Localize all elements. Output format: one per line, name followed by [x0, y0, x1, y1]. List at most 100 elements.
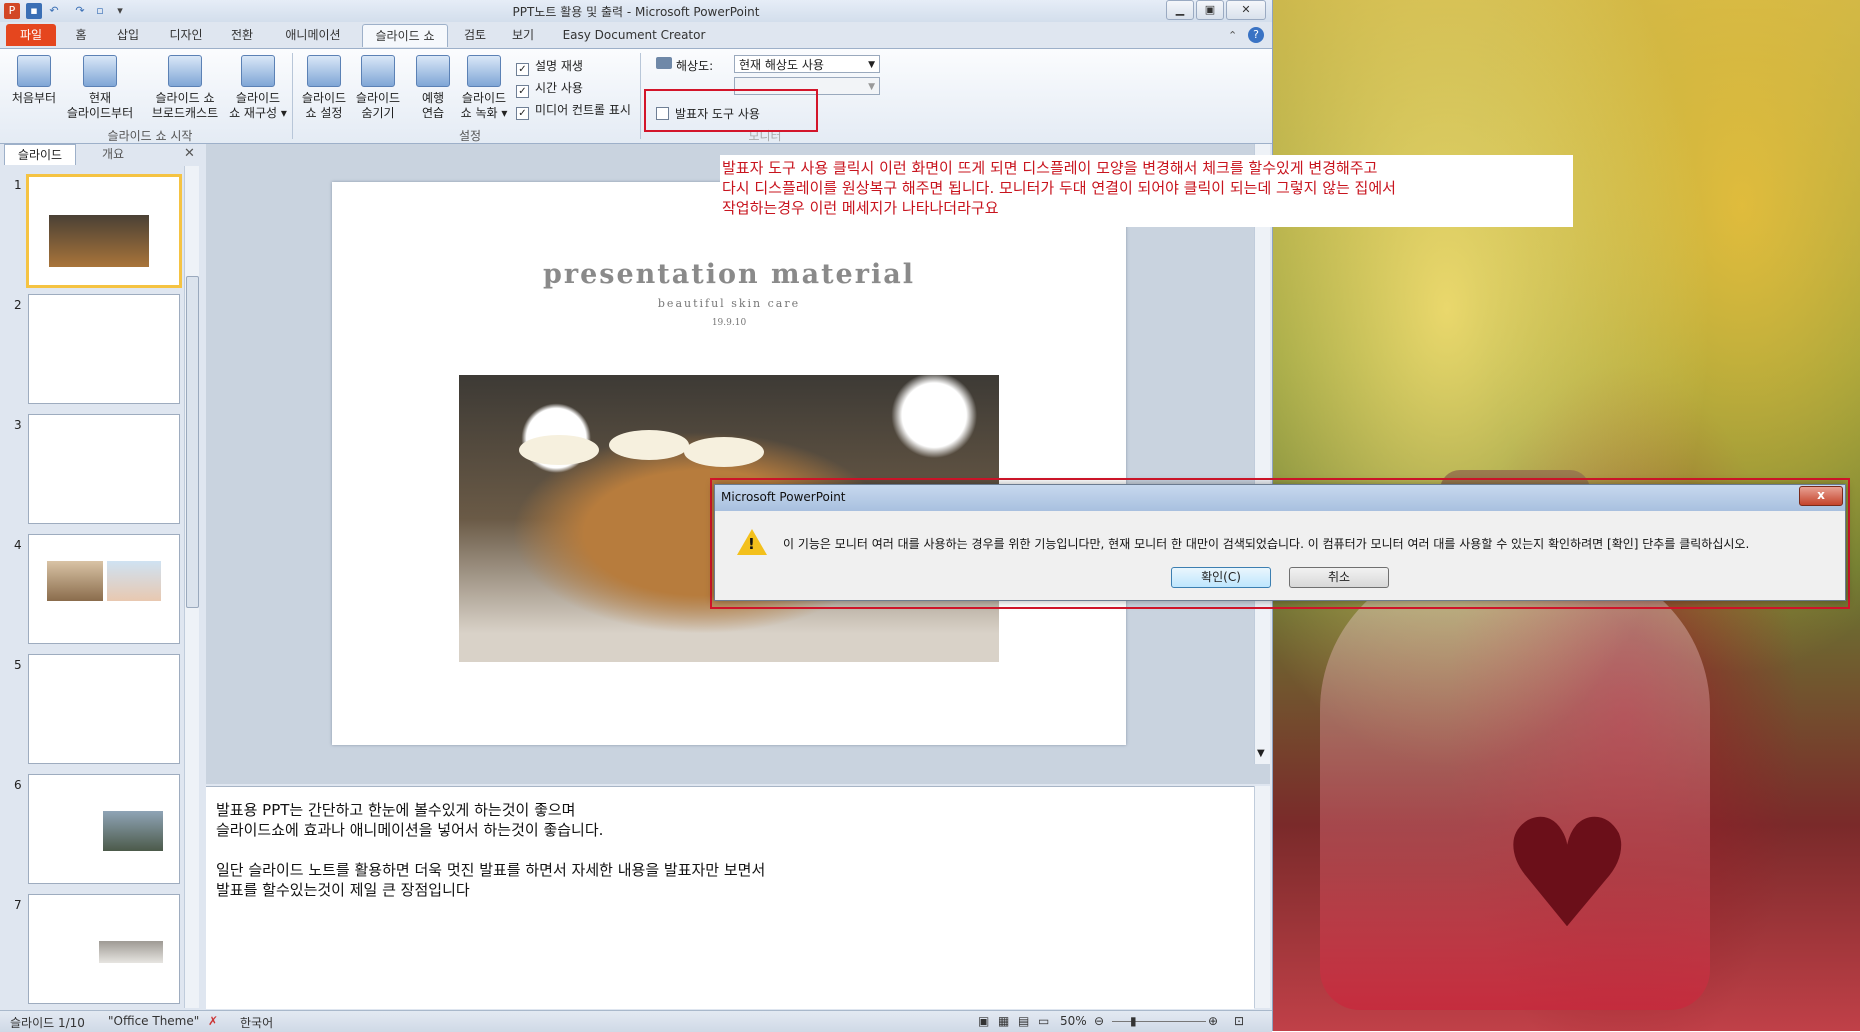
notes-pane[interactable]: 발표용 PPT는 간단하고 한눈에 볼수있게 하는것이 좋으며 슬라이드쇼에 효… [206, 786, 1254, 1009]
tab-outline-pane[interactable]: 개요 [78, 144, 148, 164]
hide-slide-button[interactable]: 슬라이드 숨기기 [352, 55, 404, 121]
broadcast-label-1: 슬라이드 쇼 [155, 91, 215, 105]
hide-slide-icon [361, 55, 395, 87]
slide-thumbnail-3[interactable] [28, 414, 180, 524]
timings-checkbox[interactable]: ✓ 시간 사용 [516, 79, 583, 98]
normal-view-icon[interactable]: ▣ [978, 1014, 989, 1028]
record-label-1: 슬라이드 [461, 91, 507, 105]
ok-button[interactable]: 확인(C) [1171, 567, 1271, 588]
rehearse-timings-button[interactable]: 예행 연습 [408, 55, 458, 121]
slide-title[interactable]: presentation material [332, 259, 1126, 290]
media-controls-label: 미디어 컨트롤 표시 [535, 103, 631, 117]
monitor-icon [656, 57, 672, 69]
slide-number: 2 [14, 298, 22, 312]
slideshow-view-icon[interactable]: ▭ [1038, 1014, 1049, 1028]
slide-thumbnail-1[interactable] [26, 174, 182, 288]
zoom-slider-thumb-icon[interactable]: ▮ [1130, 1014, 1137, 1028]
close-button[interactable]: ✕ [1226, 0, 1266, 20]
ribbon-separator [292, 53, 293, 139]
help-icon[interactable]: ? [1248, 27, 1264, 43]
tab-slides-pane[interactable]: 슬라이드 [4, 144, 76, 165]
rehearse-timings-icon [416, 55, 450, 87]
custom-slideshow-button[interactable]: 슬라이드 쇼 재구성 ▾ [226, 55, 290, 121]
slide-thumbnail-6[interactable] [28, 774, 180, 884]
slide-scrollbar[interactable]: ▼ [1254, 144, 1270, 764]
narration-checkbox[interactable]: ✓ 설명 재생 [516, 57, 583, 76]
dialog-message: 이 기능은 모니터 여러 대를 사용하는 경우를 위한 기능입니다만, 현재 모… [783, 537, 1750, 551]
ribbon-collapse-icon[interactable]: ⌃ [1228, 29, 1237, 42]
notes-scrollbar[interactable] [1254, 786, 1270, 1008]
ribbon-separator [640, 53, 641, 139]
chevron-down-icon[interactable]: ▼ [1257, 748, 1265, 759]
record-slideshow-button[interactable]: 슬라이드 쇼 녹화 ▾ [456, 55, 512, 121]
tab-animations[interactable]: 애니메이션 [272, 24, 354, 46]
checkmark-icon: ✓ [516, 85, 529, 98]
tab-design[interactable]: 디자인 [160, 24, 212, 46]
zoom-level[interactable]: 50% [1060, 1014, 1087, 1028]
dialog-close-button[interactable]: x [1799, 486, 1843, 506]
reading-view-icon[interactable]: ▤ [1018, 1014, 1029, 1028]
slide-thumbnails: 1 2 3 4 5 6 7 [4, 168, 184, 1008]
warning-exclamation-icon: ! [748, 535, 755, 553]
fit-to-window-icon[interactable]: ⊡ [1234, 1014, 1244, 1028]
tab-slideshow[interactable]: 슬라이드 쇼 [362, 24, 448, 47]
broadcast-icon [168, 55, 202, 87]
window-title: PPT노트 활용 및 출력 - Microsoft PowerPoint [512, 5, 760, 19]
rehearse-label-2: 연습 [421, 106, 445, 120]
tab-insert[interactable]: 삽입 [108, 24, 148, 46]
from-current-label-1: 현재 [88, 91, 112, 105]
resolution-dropdown[interactable]: 현재 해상도 사용 ▼ [734, 55, 880, 73]
monitor-warning-dialog: Microsoft PowerPoint x ! 이 기능은 모니터 여러 대를… [714, 484, 1846, 601]
timings-label: 시간 사용 [535, 81, 583, 95]
slide-sorter-icon[interactable]: ▦ [998, 1014, 1009, 1028]
slide-thumbnail-4[interactable] [28, 534, 180, 644]
slide-thumbnail-7[interactable] [28, 894, 180, 1004]
close-icon: ✕ [1241, 3, 1251, 16]
scrollbar-thumb[interactable] [186, 276, 199, 608]
spellcheck-icon[interactable]: ✗ [208, 1014, 218, 1028]
cancel-button[interactable]: 취소 [1289, 567, 1389, 588]
zoom-out-icon[interactable]: ⊖ [1094, 1014, 1104, 1028]
broadcast-button[interactable]: 슬라이드 쇼 브로드캐스트 [142, 55, 228, 121]
annotation-line-3: 작업하는경우 이런 메세지가 나타나더라구요 [722, 199, 999, 217]
presenter-view-highlight-box [644, 89, 818, 132]
custom-slideshow-label-1: 슬라이드 [235, 91, 281, 105]
tab-review[interactable]: 검토 [456, 24, 494, 46]
group-settings: 설정 [458, 129, 482, 143]
slide-number: 3 [14, 418, 22, 432]
zoom-slider[interactable] [1112, 1021, 1206, 1022]
zoom-in-icon[interactable]: ⊕ [1208, 1014, 1218, 1028]
current-slide[interactable]: presentation material beautiful skin car… [332, 182, 1126, 745]
tab-easy-document-creator[interactable]: Easy Document Creator [554, 24, 714, 46]
record-label-2: 쇼 녹화 ▾ [460, 106, 508, 120]
chevron-down-icon: ▼ [868, 60, 875, 70]
dialog-title-bar[interactable]: Microsoft PowerPoint x [715, 485, 1845, 511]
tab-view[interactable]: 보기 [504, 24, 542, 46]
from-current-button[interactable]: 현재 슬라이드부터 [62, 55, 138, 121]
maximize-icon: ▣ [1204, 3, 1216, 16]
checkmark-icon: ✓ [516, 63, 529, 76]
ribbon-tabs: 파일 홈 삽입 디자인 전환 애니메이션 슬라이드 쇼 검토 보기 Easy D… [0, 24, 1272, 48]
ribbon: 처음부터 현재 슬라이드부터 슬라이드 쇼 브로드캐스트 슬라이드 쇼 재구성 … [0, 48, 1272, 144]
tab-home[interactable]: 홈 [66, 24, 96, 46]
wallpaper-heart: ♥ [1500, 788, 1635, 962]
close-icon: x [1817, 488, 1825, 502]
media-controls-checkbox[interactable]: ✓ 미디어 컨트롤 표시 [516, 101, 631, 120]
slide-subtitle[interactable]: beautiful skin care [332, 297, 1126, 310]
status-language[interactable]: 한국어 [240, 1014, 273, 1031]
slide-thumbnail-5[interactable] [28, 654, 180, 764]
note-line-3: 일단 슬라이드 노트를 활용하면 더욱 멋진 발표를 하면서 자세한 내용을 발… [216, 861, 766, 879]
from-beginning-button[interactable]: 처음부터 [6, 55, 62, 106]
close-pane-icon[interactable]: ✕ [184, 146, 195, 161]
setup-slideshow-button[interactable]: 슬라이드 쇼 설정 [298, 55, 350, 121]
minimize-icon: ▁ [1175, 3, 1185, 16]
tab-file[interactable]: 파일 [6, 24, 56, 46]
dialog-title: Microsoft PowerPoint [721, 490, 846, 504]
maximize-button[interactable]: ▣ [1196, 0, 1224, 20]
slide-date[interactable]: 19.9.10 [332, 318, 1126, 328]
thumbnails-scrollbar[interactable] [184, 166, 199, 1008]
slide-thumbnail-2[interactable] [28, 294, 180, 404]
tab-transitions[interactable]: 전환 [222, 24, 262, 46]
thumbnail-image [99, 941, 163, 963]
minimize-button[interactable]: ▁ [1166, 0, 1194, 20]
